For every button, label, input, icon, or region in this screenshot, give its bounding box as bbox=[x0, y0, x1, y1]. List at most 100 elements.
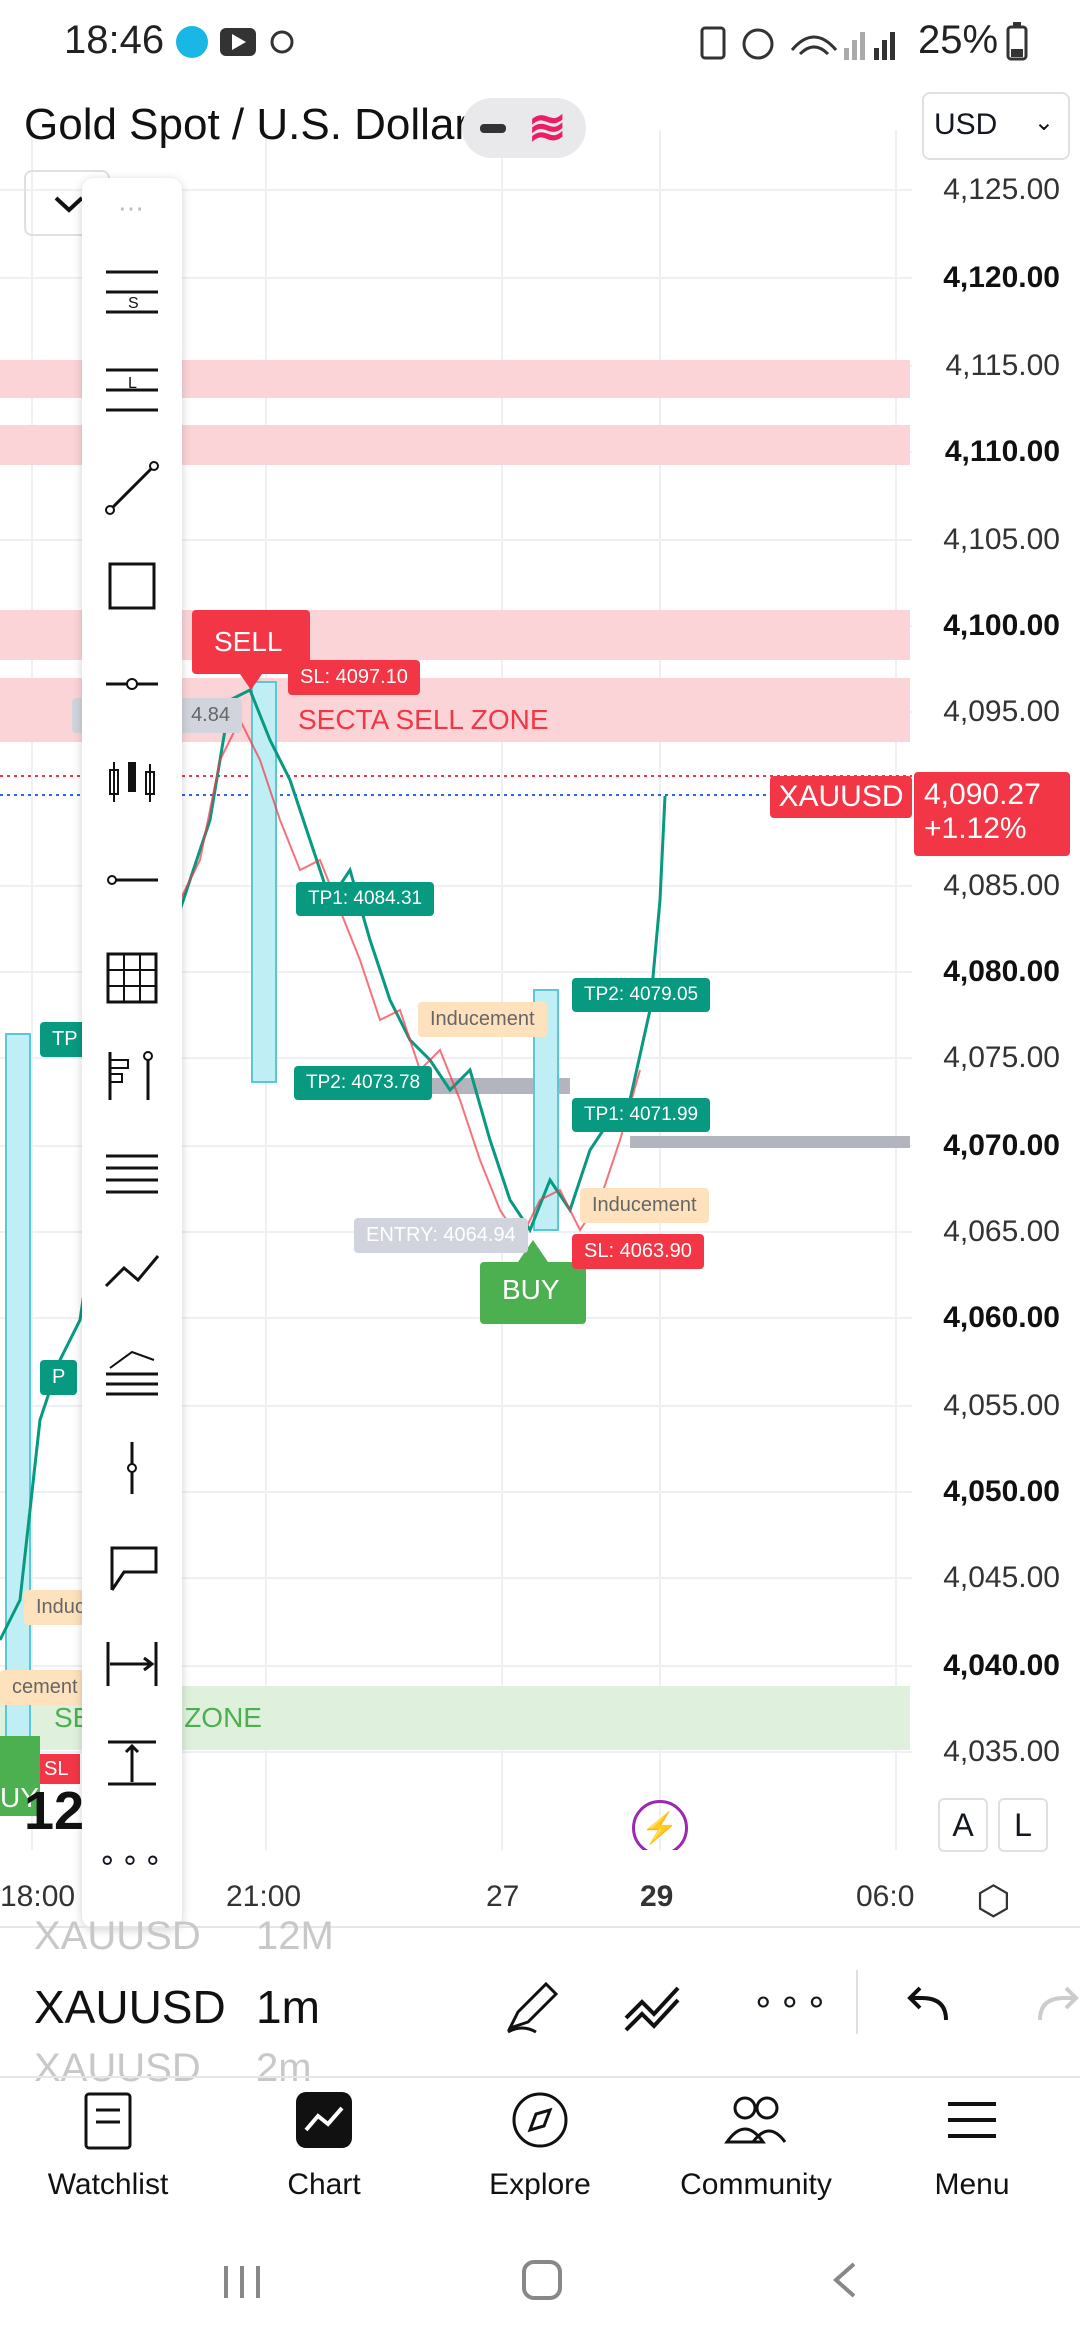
rectangle-icon[interactable] bbox=[92, 546, 172, 626]
candles-pattern-icon[interactable] bbox=[92, 742, 172, 822]
nav-label: Chart bbox=[287, 2168, 361, 2201]
symbol-current[interactable]: XAUUSD bbox=[34, 1980, 226, 2034]
tp1-sell-tag: TP1: 4084.31 bbox=[296, 882, 435, 916]
short-position-icon[interactable]: S bbox=[92, 252, 172, 332]
nav-label: Explore bbox=[489, 2168, 591, 2201]
symbol-prev[interactable]: XAUUSD bbox=[34, 1914, 201, 1959]
nav-label: Community bbox=[680, 2168, 832, 2201]
vertical-line-icon[interactable] bbox=[92, 1428, 172, 1508]
sl-buy-tag: SL: 4063.90 bbox=[572, 1234, 704, 1269]
drawing-pen-icon[interactable] bbox=[500, 1972, 566, 2043]
scale-auto-button[interactable]: A bbox=[938, 1798, 988, 1852]
price-range-icon[interactable] bbox=[92, 1036, 172, 1116]
toolbar-divider bbox=[856, 1970, 858, 2034]
price-label: 4,125.00 bbox=[943, 173, 1060, 206]
time-label: 21:00 bbox=[226, 1880, 302, 1913]
tp1-buy-tag: TP1: 4071.99 bbox=[572, 1098, 711, 1132]
status-time: 18:46 bbox=[64, 18, 165, 62]
horizontal-ray-icon[interactable] bbox=[92, 644, 172, 724]
back-icon[interactable] bbox=[826, 2260, 866, 2305]
indicators-icon[interactable] bbox=[622, 1974, 688, 2041]
nav-community[interactable]: Community bbox=[648, 2080, 864, 2201]
parallel-lines-icon[interactable] bbox=[92, 1134, 172, 1214]
watchlist-icon bbox=[84, 2092, 132, 2150]
trend-line-icon[interactable] bbox=[92, 448, 172, 528]
price-label: 4,100.00 bbox=[943, 609, 1060, 642]
interval-current[interactable]: 1m bbox=[256, 1980, 320, 2034]
left-sl-tag: SL bbox=[44, 1758, 69, 1780]
time-label: 27 bbox=[486, 1880, 520, 1913]
pitchfork-icon[interactable] bbox=[92, 1330, 172, 1410]
gray-level-2 bbox=[630, 1136, 910, 1148]
price-label: 4,060.00 bbox=[943, 1301, 1060, 1334]
left-big-number: 12 bbox=[24, 1781, 85, 1841]
path-icon[interactable] bbox=[92, 1232, 172, 1312]
recent-apps-icon[interactable] bbox=[220, 2262, 264, 2307]
callout-icon[interactable] bbox=[92, 1526, 172, 1606]
time-label: 06:0 bbox=[856, 1880, 915, 1913]
scale-log-button[interactable]: L bbox=[998, 1798, 1048, 1852]
date-range-icon[interactable] bbox=[92, 1624, 172, 1704]
lightning-icon[interactable]: ⚡ bbox=[632, 1800, 688, 1850]
svg-text:S: S bbox=[128, 295, 139, 312]
price-label: 4,095.00 bbox=[943, 695, 1060, 728]
settings-hexagon-icon[interactable]: ⬡ bbox=[976, 1878, 1011, 1924]
drag-handle-icon[interactable]: ⋯ bbox=[92, 178, 172, 238]
minus-icon bbox=[480, 124, 506, 133]
price-label: 4,065.00 bbox=[943, 1215, 1060, 1248]
people-icon bbox=[724, 2096, 787, 2144]
chart-icon bbox=[296, 2092, 352, 2148]
tp2-buy-tag: TP2: 4079.05 bbox=[572, 978, 711, 1012]
price-label: 4,035.00 bbox=[943, 1735, 1060, 1768]
price-label: 4,055.00 bbox=[943, 1389, 1060, 1422]
drawing-toolbar: ⋯ S L ∘∘∘ bbox=[82, 178, 182, 1928]
price-label: 4,110.00 bbox=[944, 435, 1060, 468]
interval-prev[interactable]: 12M bbox=[256, 1914, 334, 1959]
current-price: 4,090.27 bbox=[924, 778, 1041, 811]
sl-sell-tag: SL: 4097.10 bbox=[288, 660, 420, 695]
indicator-chip[interactable]: ≋ bbox=[462, 98, 586, 158]
price-label: 4,080.00 bbox=[943, 955, 1060, 988]
svg-text:L: L bbox=[128, 375, 137, 392]
more-tools-icon[interactable]: ∘∘∘ bbox=[92, 1820, 172, 1900]
price-label: 4,045.00 bbox=[943, 1561, 1060, 1594]
nav-menu[interactable]: Menu bbox=[864, 2080, 1080, 2201]
entry-buy-tag: ENTRY: 4064.94 bbox=[354, 1218, 528, 1253]
ray-icon[interactable] bbox=[92, 840, 172, 920]
hamburger-icon bbox=[948, 2102, 996, 2138]
time-label: 18:00 bbox=[0, 1880, 76, 1913]
price-path-red bbox=[179, 717, 641, 1242]
grid-icon[interactable] bbox=[92, 938, 172, 1018]
price-projection-icon[interactable] bbox=[92, 1722, 172, 1802]
redo-icon[interactable] bbox=[1030, 1976, 1080, 2035]
price-label: 4,085.00 bbox=[943, 869, 1060, 902]
price-label: 4,105.00 bbox=[943, 523, 1060, 556]
compass-icon bbox=[512, 2092, 568, 2148]
home-icon[interactable] bbox=[520, 2258, 564, 2307]
time-label: 29 bbox=[640, 1880, 674, 1913]
price-label: 4,075.00 bbox=[943, 1041, 1060, 1074]
inducement-tag-2: Inducement bbox=[580, 1188, 709, 1223]
nav-chart[interactable]: Chart bbox=[216, 2080, 432, 2201]
nav-watchlist[interactable]: Watchlist bbox=[0, 2080, 216, 2201]
more-options-icon[interactable]: ∘∘∘ bbox=[752, 1980, 832, 2022]
nav-top-divider bbox=[0, 2076, 1080, 2078]
nav-label: Menu bbox=[934, 2168, 1010, 2201]
price-label: 4,050.00 bbox=[943, 1475, 1060, 1508]
nav-explore[interactable]: Explore bbox=[432, 2080, 648, 2201]
tp2-sell-tag: TP2: 4073.78 bbox=[294, 1066, 433, 1100]
left-position-box bbox=[5, 1033, 31, 1755]
undo-icon[interactable] bbox=[902, 1976, 956, 2035]
long-position-icon[interactable]: L bbox=[92, 350, 172, 430]
current-price-box: 4,090.27 +1.12% bbox=[914, 772, 1070, 856]
price-label: 4,115.00 bbox=[945, 349, 1060, 382]
price-label: 4,120.00 bbox=[943, 261, 1060, 294]
symbol-title[interactable]: Gold Spot / U.S. Dollar bbox=[24, 100, 469, 150]
ticker-tag: XAUUSD bbox=[770, 776, 912, 818]
nav-label: Watchlist bbox=[47, 2168, 169, 2201]
status-icons bbox=[176, 22, 296, 67]
left-p-tag: P bbox=[40, 1360, 78, 1395]
inducement-tag-1: Inducement bbox=[418, 1002, 547, 1037]
price-label: 4,040.00 bbox=[943, 1649, 1060, 1682]
price-change: +1.12% bbox=[924, 812, 1027, 845]
